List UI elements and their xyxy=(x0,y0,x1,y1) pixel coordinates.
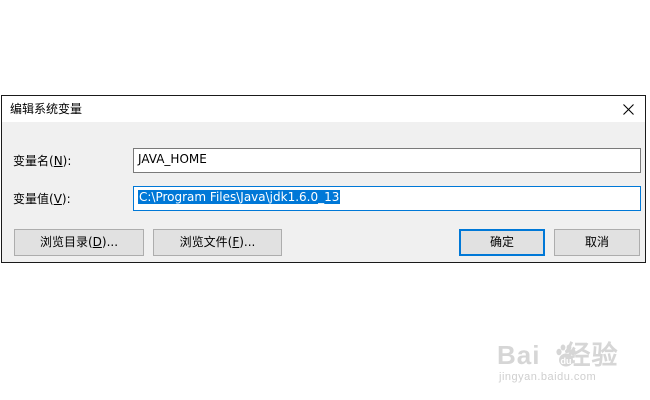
variable-value-label-suffix: ): xyxy=(61,192,71,206)
variable-value-label: 变量值(V): xyxy=(13,191,71,207)
browse-file-label-prefix: 浏览文件( xyxy=(179,235,233,249)
paw-icon: du xyxy=(555,344,577,371)
ok-button[interactable]: 确定 xyxy=(459,229,545,256)
baidu-jingyan-watermark: Bai 经验 du jingyan.baidu.com xyxy=(497,340,647,390)
browse-directory-label-suffix: )... xyxy=(101,235,119,249)
edit-system-variable-dialog: 编辑系统变量 变量名(N): JAVA_HOME 变量值(V): C:\Prog… xyxy=(1,95,646,263)
variable-name-label-prefix: 变量名( xyxy=(13,154,54,168)
close-button[interactable] xyxy=(611,96,645,122)
variable-name-label: 变量名(N): xyxy=(13,153,71,169)
browse-directory-button[interactable]: 浏览目录(D)... xyxy=(14,229,144,256)
browse-file-button[interactable]: 浏览文件(F)... xyxy=(153,229,282,256)
close-icon xyxy=(622,103,634,115)
browse-file-label-suffix: )... xyxy=(239,235,256,249)
svg-text:du: du xyxy=(561,356,572,366)
variable-name-label-suffix: ): xyxy=(62,154,72,168)
variable-name-input[interactable]: JAVA_HOME xyxy=(133,148,641,173)
cancel-button-label: 取消 xyxy=(584,235,609,249)
variable-name-value: JAVA_HOME xyxy=(138,152,207,166)
variable-value-label-prefix: 变量值( xyxy=(13,192,54,206)
variable-value-selected-text: C:\Program Files\Java\jdk1.6.0_13 xyxy=(138,190,341,204)
ok-button-label: 确定 xyxy=(489,235,514,249)
cancel-button[interactable]: 取消 xyxy=(554,229,640,256)
browse-directory-label-prefix: 浏览目录( xyxy=(39,235,93,249)
title-bar: 编辑系统变量 xyxy=(2,96,645,122)
watermark-url: jingyan.baidu.com xyxy=(499,371,597,383)
variable-value-input[interactable]: C:\Program Files\Java\jdk1.6.0_13 xyxy=(133,186,641,211)
variable-name-label-accel: N xyxy=(53,154,63,168)
watermark-brand-text: Bai xyxy=(497,340,541,370)
variable-value-label-accel: V xyxy=(53,192,62,206)
dialog-title: 编辑系统变量 xyxy=(10,102,83,116)
browse-directory-label-accel: D xyxy=(92,235,102,249)
page: 编辑系统变量 变量名(N): JAVA_HOME 变量值(V): C:\Prog… xyxy=(0,0,650,400)
